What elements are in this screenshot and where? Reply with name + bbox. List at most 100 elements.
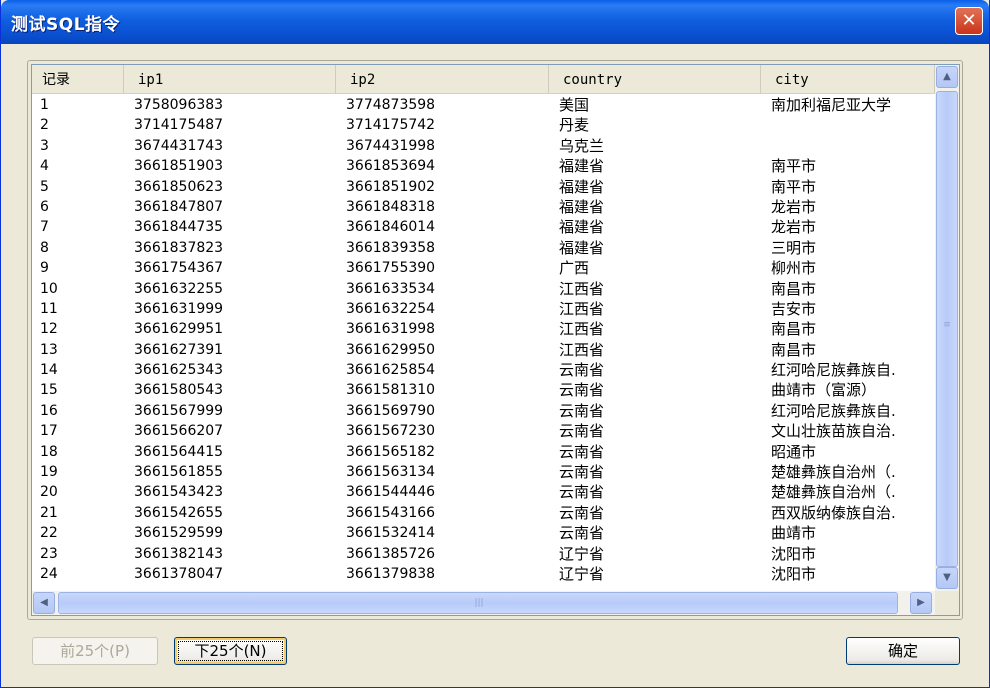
- cell-ip2: 3661853694: [346, 158, 436, 175]
- next-25-button[interactable]: 下25个(N): [174, 637, 287, 665]
- table-row[interactable]: 18 3661564415 3661565182 云南省 昭通市: [32, 442, 935, 462]
- cell-city: 楚雄彝族自治州（.: [771, 483, 896, 502]
- scroll-down-button[interactable]: ▼: [936, 567, 958, 589]
- cell-ip1: 3661566207: [134, 423, 224, 440]
- cell-ip2: 3661543166: [346, 504, 436, 521]
- table-row[interactable]: 1 3758096383 3774873598 美国 南加利福尼亚大学: [32, 95, 935, 115]
- cell-country: 云南省: [559, 422, 605, 441]
- cell-ip2: 3661565182: [346, 443, 436, 460]
- cell-record: 17: [40, 423, 58, 440]
- cell-ip1: 3661847807: [134, 198, 224, 215]
- table-row[interactable]: 24 3661378047 3661379838 辽宁省 沈阳市: [32, 564, 935, 584]
- column-header-record[interactable]: 记录: [32, 65, 124, 93]
- cell-ip1: 3661837823: [134, 239, 224, 256]
- cell-record: 22: [40, 525, 58, 542]
- horizontal-scrollbar[interactable]: ◀ ||| ▶: [32, 591, 935, 615]
- cell-ip1: 3661625343: [134, 362, 224, 379]
- title-bar[interactable]: 测试SQL指令 ✕: [1, 0, 989, 44]
- chevron-right-icon: ▶: [917, 597, 925, 608]
- cell-record: 3: [40, 137, 49, 154]
- column-header-ip2[interactable]: ip2: [336, 65, 549, 93]
- chevron-up-icon: ▲: [943, 71, 951, 82]
- table-row[interactable]: 23 3661382143 3661385726 辽宁省 沈阳市: [32, 544, 935, 564]
- cell-city: 红河哈尼族彝族自.: [771, 401, 896, 420]
- cell-record: 23: [40, 545, 58, 562]
- table-row[interactable]: 13 3661627391 3661629950 江西省 南昌市: [32, 340, 935, 360]
- cell-country: 辽宁省: [559, 544, 605, 563]
- cell-city: 南昌市: [771, 279, 817, 298]
- cell-ip1: 3661629951: [134, 321, 224, 338]
- results-listview[interactable]: 记录 ip1 ip2 country city 1 3758096383 37748…: [31, 64, 960, 616]
- scrollbar-corner: [935, 591, 959, 615]
- cell-ip2: 3661625854: [346, 362, 436, 379]
- cell-ip1: 3661542655: [134, 504, 224, 521]
- horizontal-scroll-thumb[interactable]: |||: [58, 592, 898, 614]
- cell-city: 昭通市: [771, 442, 817, 461]
- cell-city: 文山壮族苗族自治.: [771, 422, 896, 441]
- table-row[interactable]: 10 3661632255 3661633534 江西省 南昌市: [32, 279, 935, 299]
- table-row[interactable]: 2 3714175487 3714175742 丹麦: [32, 115, 935, 135]
- cell-record: 15: [40, 382, 58, 399]
- cell-ip2: 3674431998: [346, 137, 436, 154]
- cell-record: 16: [40, 402, 58, 419]
- scroll-up-button[interactable]: ▲: [936, 66, 958, 88]
- ok-button[interactable]: 确定: [846, 637, 960, 665]
- table-row[interactable]: 4 3661851903 3661853694 福建省 南平市: [32, 156, 935, 176]
- cell-ip1: 3661844735: [134, 219, 224, 236]
- table-row[interactable]: 21 3661542655 3661543166 云南省 西双版纳傣族自治.: [32, 503, 935, 523]
- prev-25-button[interactable]: 前25个(P): [32, 637, 158, 665]
- cell-country: 云南省: [559, 381, 605, 400]
- column-header-city[interactable]: city: [761, 65, 935, 93]
- cell-ip2: 3661563134: [346, 464, 436, 481]
- table-row[interactable]: 8 3661837823 3661839358 福建省 三明市: [32, 238, 935, 258]
- table-row[interactable]: 12 3661629951 3661631998 江西省 南昌市: [32, 319, 935, 339]
- cell-country: 丹麦: [559, 116, 590, 135]
- table-row[interactable]: 5 3661850623 3661851902 福建省 南平市: [32, 177, 935, 197]
- table-row[interactable]: 22 3661529599 3661532414 云南省 曲靖市: [32, 523, 935, 543]
- table-row[interactable]: 9 3661754367 3661755390 广西 柳州市: [32, 258, 935, 278]
- scroll-right-button[interactable]: ▶: [910, 592, 932, 614]
- table-row[interactable]: 15 3661580543 3661581310 云南省 曲靖市（富源）: [32, 380, 935, 400]
- scroll-left-button[interactable]: ◀: [33, 592, 55, 614]
- table-row[interactable]: 6 3661847807 3661848318 福建省 龙岩市: [32, 197, 935, 217]
- cell-ip1: 3661529599: [134, 525, 224, 542]
- cell-city: 南平市: [771, 157, 817, 176]
- column-header-country[interactable]: country: [549, 65, 761, 93]
- cell-record: 10: [40, 280, 58, 297]
- table-row[interactable]: 11 3661631999 3661632254 江西省 吉安市: [32, 299, 935, 319]
- cell-country: 美国: [559, 96, 590, 114]
- cell-ip1: 3714175487: [134, 117, 224, 134]
- cell-ip2: 3661851902: [346, 178, 436, 195]
- table-row[interactable]: 20 3661543423 3661544446 云南省 楚雄彝族自治州（.: [32, 482, 935, 502]
- cell-city: 南加利福尼亚大学: [771, 96, 892, 114]
- table-row[interactable]: 17 3661566207 3661567230 云南省 文山壮族苗族自治.: [32, 421, 935, 441]
- cell-ip2: 3661379838: [346, 565, 436, 582]
- vertical-scroll-thumb[interactable]: ≡: [936, 91, 958, 567]
- table-row[interactable]: 7 3661844735 3661846014 福建省 龙岩市: [32, 217, 935, 237]
- cell-record: 4: [40, 158, 49, 175]
- cell-city: 西双版纳傣族自治.: [771, 503, 896, 522]
- table-row[interactable]: 16 3661567999 3661569790 云南省 红河哈尼族彝族自.: [32, 401, 935, 421]
- close-button[interactable]: ✕: [955, 7, 983, 35]
- cell-country: 福建省: [559, 238, 605, 257]
- cell-city: 南平市: [771, 177, 817, 196]
- table-row[interactable]: 14 3661625343 3661625854 云南省 红河哈尼族彝族自.: [32, 360, 935, 380]
- cell-record: 2: [40, 117, 49, 134]
- cell-ip1: 3661580543: [134, 382, 224, 399]
- cell-ip2: 3661532414: [346, 525, 436, 542]
- cell-city: 龙岩市: [771, 197, 817, 216]
- cell-country: 云南省: [559, 361, 605, 380]
- cell-record: 24: [40, 565, 58, 582]
- cell-ip2: 3661567230: [346, 423, 436, 440]
- cell-ip2: 3661631998: [346, 321, 436, 338]
- cell-record: 13: [40, 341, 58, 358]
- table-row[interactable]: 3 3674431743 3674431998 乌克兰: [32, 136, 935, 156]
- cell-city: 楚雄彝族自治州（.: [771, 463, 896, 482]
- cell-record: 14: [40, 362, 58, 379]
- cell-ip1: 3661567999: [134, 402, 224, 419]
- table-row[interactable]: 19 3661561855 3661563134 云南省 楚雄彝族自治州（.: [32, 462, 935, 482]
- cell-ip2: 3661632254: [346, 300, 436, 317]
- vertical-scrollbar[interactable]: ▲ ≡ ▼: [935, 65, 959, 591]
- column-header-ip1[interactable]: ip1: [124, 65, 336, 93]
- cell-ip2: 3661633534: [346, 280, 436, 297]
